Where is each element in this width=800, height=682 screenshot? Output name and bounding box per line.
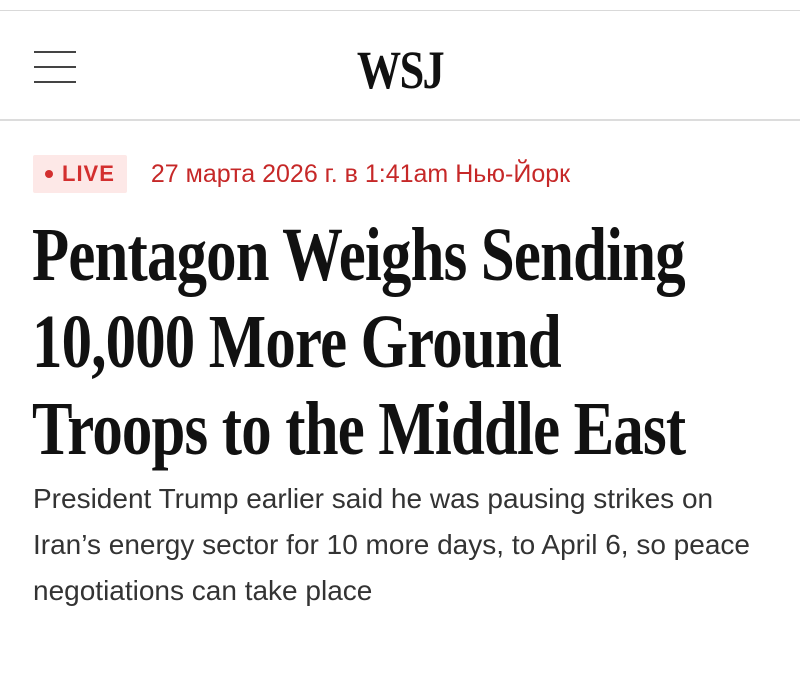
article-timestamp: 27 марта 2026 г. в 1:41am Нью-Йорк — [150, 159, 571, 188]
wsj-logo[interactable]: WSJ — [72, 39, 728, 101]
article-headline: Pentagon Weighs Sending 10,000 More Grou… — [32, 212, 772, 473]
menu-bar — [34, 51, 76, 53]
hamburger-menu-icon[interactable] — [34, 51, 76, 91]
article-meta: LIVE 27 марта 2026 г. в 1:41am Нью-Йорк — [33, 153, 570, 195]
site-header: WSJ — [0, 11, 800, 121]
live-label: LIVE — [62, 161, 115, 186]
live-badge[interactable]: LIVE — [33, 155, 127, 193]
live-dot-icon — [45, 170, 53, 178]
headline-line: 10,000 More Ground — [32, 300, 562, 384]
menu-bar — [34, 66, 76, 68]
headline-line: Pentagon Weighs Sending — [32, 213, 686, 297]
article-page: WSJ LIVE 27 марта 2026 г. в 1:41am Нью-Й… — [0, 0, 800, 682]
article-subhead: President Trump earlier said he was paus… — [33, 483, 750, 606]
headline-line: Troops to the Middle East — [32, 387, 686, 471]
menu-bar — [34, 81, 76, 83]
